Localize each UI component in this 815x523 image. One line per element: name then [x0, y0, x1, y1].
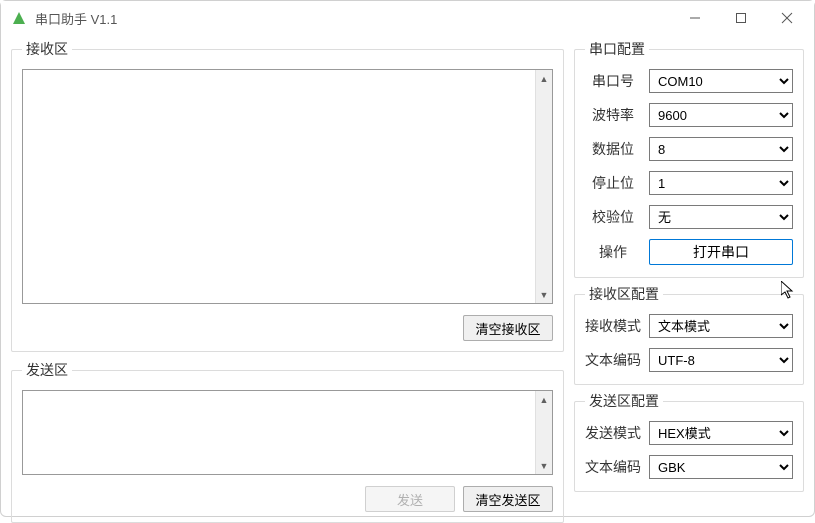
action-label: 操作: [585, 242, 641, 262]
send-textarea[interactable]: [22, 390, 553, 475]
receive-area-legend: 接收区: [22, 39, 72, 59]
recv-mode-label: 接收模式: [585, 316, 641, 336]
window-title: 串口助手 V1.1: [35, 9, 672, 28]
send-config-group: 发送区配置 发送模式 HEX模式 文本编码 GBK: [574, 391, 804, 492]
receive-area-group: 接收区 ▲ ▼ 清空接收区: [11, 39, 564, 352]
send-encoding-select[interactable]: GBK: [649, 455, 793, 479]
send-button: 发送: [365, 486, 455, 512]
send-mode-label: 发送模式: [585, 423, 641, 443]
baud-label: 波特率: [585, 105, 641, 125]
parity-label: 校验位: [585, 207, 641, 227]
recv-encoding-select[interactable]: UTF-8: [649, 348, 793, 372]
send-scrollbar[interactable]: ▲ ▼: [535, 391, 552, 474]
port-config-legend: 串口配置: [585, 39, 649, 59]
send-area-legend: 发送区: [22, 360, 72, 380]
scroll-down-icon[interactable]: ▼: [536, 286, 552, 303]
port-label: 串口号: [585, 71, 641, 91]
databits-label: 数据位: [585, 139, 641, 159]
maximize-button[interactable]: [718, 3, 764, 33]
app-icon: [11, 10, 27, 26]
stopbits-select[interactable]: 1: [649, 171, 793, 195]
recv-config-legend: 接收区配置: [585, 284, 663, 304]
recv-encoding-label: 文本编码: [585, 350, 641, 370]
minimize-button[interactable]: [672, 3, 718, 33]
stopbits-label: 停止位: [585, 173, 641, 193]
databits-select[interactable]: 8: [649, 137, 793, 161]
close-button[interactable]: [764, 3, 810, 33]
recv-config-group: 接收区配置 接收模式 文本模式 文本编码 UTF-8: [574, 284, 804, 385]
baud-select[interactable]: 9600: [649, 103, 793, 127]
scroll-up-icon[interactable]: ▲: [536, 70, 552, 87]
receive-scrollbar[interactable]: ▲ ▼: [535, 70, 552, 303]
titlebar: 串口助手 V1.1: [1, 1, 814, 35]
clear-receive-button[interactable]: 清空接收区: [463, 315, 553, 341]
port-select[interactable]: COM10: [649, 69, 793, 93]
parity-select[interactable]: 无: [649, 205, 793, 229]
recv-mode-select[interactable]: 文本模式: [649, 314, 793, 338]
open-port-button[interactable]: 打开串口: [649, 239, 793, 265]
scroll-up-icon[interactable]: ▲: [536, 391, 552, 408]
send-area-group: 发送区 ▲ ▼ 发送 清空发送区: [11, 360, 564, 523]
port-config-group: 串口配置 串口号 COM10 波特率 9600 数据位 8 停止位 1 校验位 …: [574, 39, 804, 278]
receive-textarea[interactable]: [22, 69, 553, 304]
send-config-legend: 发送区配置: [585, 391, 663, 411]
scroll-down-icon[interactable]: ▼: [536, 457, 552, 474]
send-mode-select[interactable]: HEX模式: [649, 421, 793, 445]
send-encoding-label: 文本编码: [585, 457, 641, 477]
clear-send-button[interactable]: 清空发送区: [463, 486, 553, 512]
